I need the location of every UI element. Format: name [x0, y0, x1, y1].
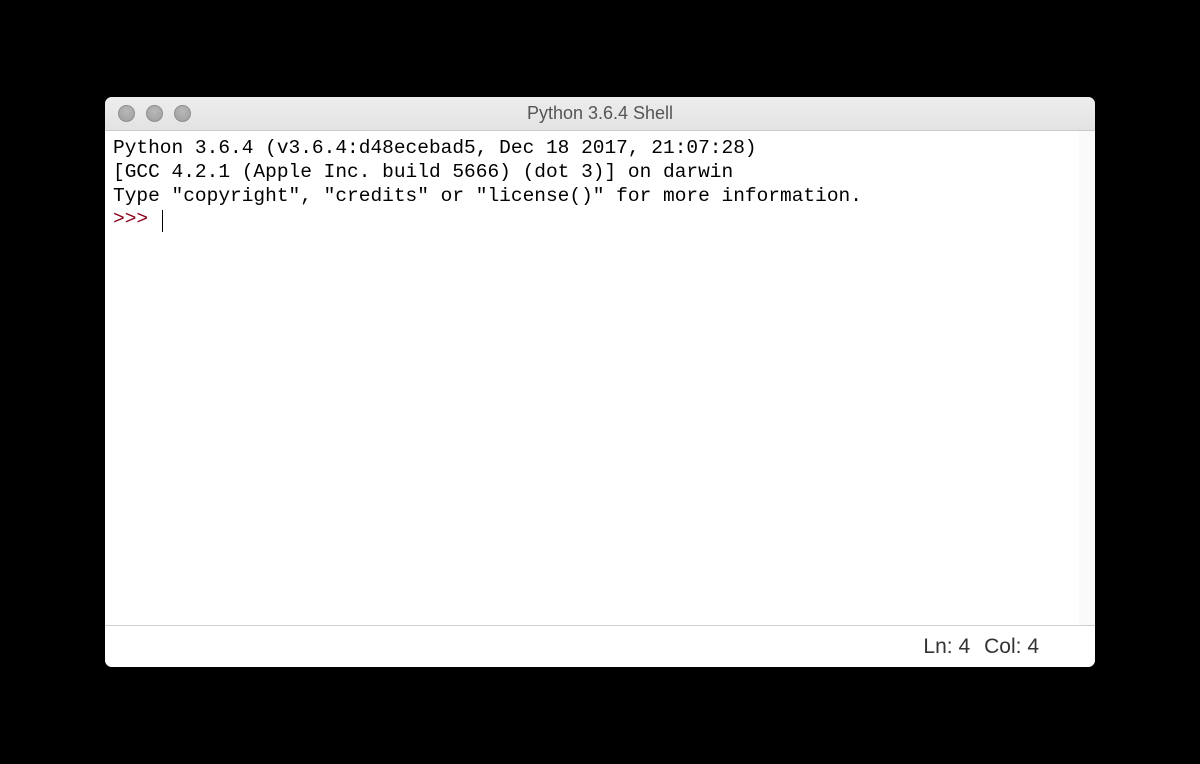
minimize-button[interactable] — [146, 105, 163, 122]
shell-output-line: Type "copyright", "credits" or "license(… — [113, 185, 1071, 209]
status-line-number: Ln: 4 — [923, 635, 970, 659]
idle-shell-window: Python 3.6.4 Shell Python 3.6.4 (v3.6.4:… — [105, 97, 1095, 667]
status-bar: Ln: 4 Col: 4 — [105, 625, 1095, 667]
text-cursor — [162, 210, 164, 232]
shell-output-line: [GCC 4.2.1 (Apple Inc. build 5666) (dot … — [113, 161, 1071, 185]
window-titlebar[interactable]: Python 3.6.4 Shell — [105, 97, 1095, 131]
shell-text-area[interactable]: Python 3.6.4 (v3.6.4:d48ecebad5, Dec 18 … — [105, 131, 1095, 625]
close-button[interactable] — [118, 105, 135, 122]
window-title: Python 3.6.4 Shell — [105, 103, 1095, 124]
shell-prompt-line[interactable]: >>> — [113, 208, 1071, 232]
traffic-lights — [105, 105, 191, 122]
status-column-number: Col: 4 — [984, 635, 1039, 659]
shell-output-line: Python 3.6.4 (v3.6.4:d48ecebad5, Dec 18 … — [113, 137, 1071, 161]
prompt-symbol: >>> — [113, 208, 160, 230]
zoom-button[interactable] — [174, 105, 191, 122]
